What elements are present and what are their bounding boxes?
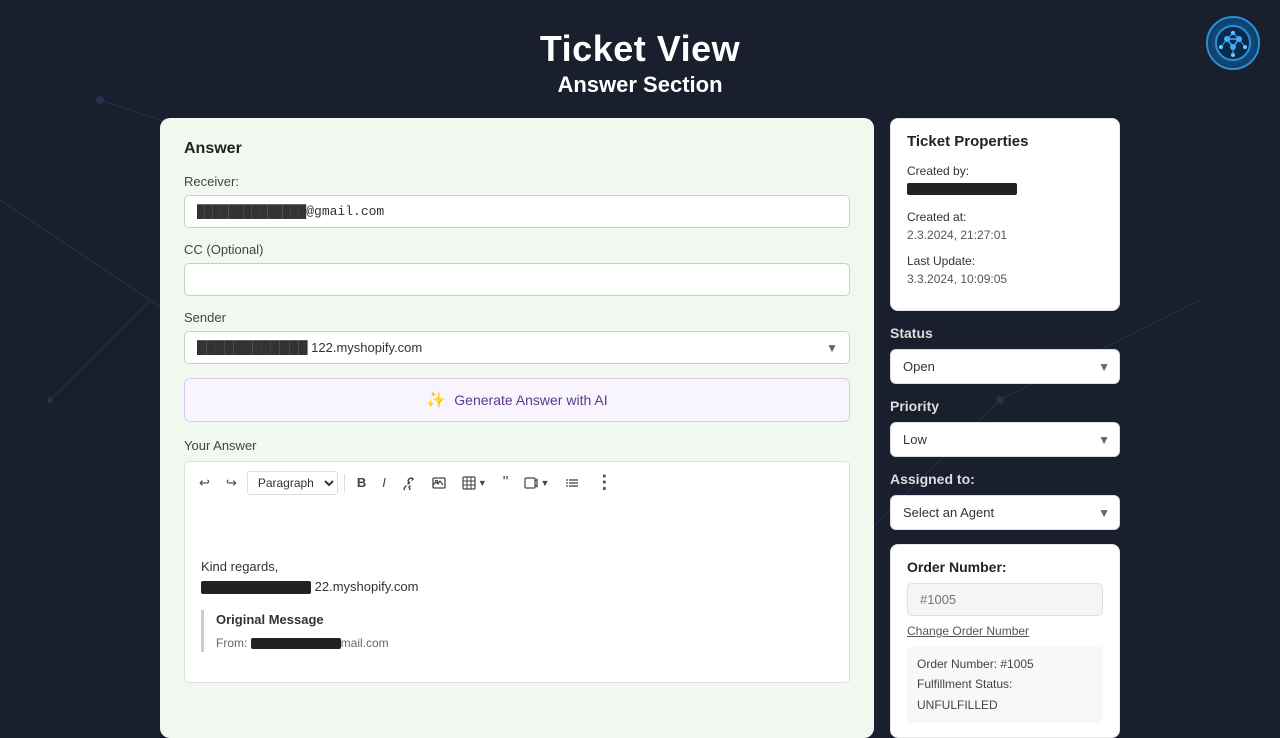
order-number-title: Order Number: xyxy=(907,559,1103,575)
last-update-value: 3.3.2024, 10:09:05 xyxy=(907,272,1007,286)
receiver-label: Receiver: xyxy=(184,174,850,189)
table-button[interactable]: ▼ xyxy=(456,472,493,494)
receiver-input[interactable] xyxy=(184,195,850,228)
ticket-properties-card: Ticket Properties Created by: Created at… xyxy=(890,118,1120,311)
change-order-link[interactable]: Change Order Number xyxy=(907,624,1103,638)
app-logo xyxy=(1206,16,1260,70)
sender-label: Sender xyxy=(184,310,850,325)
generate-ai-button[interactable]: ✨ Generate Answer with AI xyxy=(184,378,850,422)
quote-button[interactable]: " xyxy=(497,470,515,496)
created-by-row: Created by: xyxy=(907,162,1103,200)
priority-dropdown-wrapper: Low Medium High Urgent ▼ xyxy=(890,422,1120,457)
sender-wrapper: ████████████ 122.myshopify.com ▼ xyxy=(184,331,850,364)
list-button[interactable] xyxy=(559,472,585,494)
italic-button[interactable]: I xyxy=(376,471,392,494)
video-button[interactable]: ▼ xyxy=(518,472,555,494)
ai-sparkle-icon: ✨ xyxy=(426,390,446,410)
created-at-label: Created at: xyxy=(907,210,966,224)
assigned-section: Assigned to: Select an Agent ▼ xyxy=(890,471,1120,530)
page-title: Ticket View xyxy=(0,28,1280,70)
toolbar-divider-1 xyxy=(344,474,345,492)
table-dropdown-icon: ▼ xyxy=(478,478,487,488)
editor-regards-line: Kind regards, xyxy=(201,557,833,577)
paragraph-select[interactable]: Paragraph xyxy=(247,471,338,495)
original-message-block: Original Message From: mail.com xyxy=(201,610,833,652)
page-header: Ticket View Answer Section xyxy=(0,0,1280,118)
your-answer-label: Your Answer xyxy=(184,438,850,453)
editor-toolbar: ↩ ↪ Paragraph B I ▼ " ▼ xyxy=(184,461,850,503)
status-section: Status Open Closed Pending Resolved ▼ xyxy=(890,325,1120,384)
more-button[interactable]: ⋮ xyxy=(589,468,619,497)
order-info-number: Order Number: #1005 xyxy=(917,654,1093,674)
order-info-box: Order Number: #1005 Fulfillment Status: … xyxy=(907,646,1103,723)
assigned-dropdown-wrapper: Select an Agent ▼ xyxy=(890,495,1120,530)
priority-section: Priority Low Medium High Urgent ▼ xyxy=(890,398,1120,457)
created-at-value: 2.3.2024, 21:27:01 xyxy=(907,228,1007,242)
cc-input[interactable] xyxy=(184,263,850,296)
last-update-label: Last Update: xyxy=(907,254,975,268)
created-at-row: Created at: 2.3.2024, 21:27:01 xyxy=(907,208,1103,244)
answer-title: Answer xyxy=(184,140,850,158)
ticket-properties-title: Ticket Properties xyxy=(907,133,1103,150)
assigned-select[interactable]: Select an Agent xyxy=(890,495,1120,530)
order-info-fulfillment: Fulfillment Status: UNFULFILLED xyxy=(917,674,1093,715)
priority-title: Priority xyxy=(890,398,1120,414)
cc-label: CC (Optional) xyxy=(184,242,850,257)
status-title: Status xyxy=(890,325,1120,341)
assigned-title: Assigned to: xyxy=(890,471,1120,487)
editor-shopify-line: 22.myshopify.com xyxy=(201,577,833,597)
answer-panel: Answer Receiver: CC (Optional) Sender ██… xyxy=(160,118,874,738)
image-button[interactable] xyxy=(426,472,452,494)
bold-button[interactable]: B xyxy=(351,471,372,494)
last-update-row: Last Update: 3.3.2024, 10:09:05 xyxy=(907,252,1103,288)
editor-content[interactable]: Kind regards, 22.myshopify.com Original … xyxy=(184,503,850,683)
main-content: Answer Receiver: CC (Optional) Sender ██… xyxy=(0,118,1280,738)
order-number-section: Order Number: Change Order Number Order … xyxy=(890,544,1120,738)
shopify-line-suffix: 22.myshopify.com xyxy=(315,579,419,594)
priority-select[interactable]: Low Medium High Urgent xyxy=(890,422,1120,457)
page-subtitle: Answer Section xyxy=(0,72,1280,98)
link-button[interactable] xyxy=(396,472,422,494)
status-dropdown-wrapper: Open Closed Pending Resolved ▼ xyxy=(890,349,1120,384)
redo-button[interactable]: ↪ xyxy=(220,471,243,495)
properties-panel: Ticket Properties Created by: Created at… xyxy=(890,118,1120,738)
status-select[interactable]: Open Closed Pending Resolved xyxy=(890,349,1120,384)
generate-btn-label: Generate Answer with AI xyxy=(454,392,607,408)
created-by-label: Created by: xyxy=(907,164,969,178)
sender-select[interactable]: ████████████ 122.myshopify.com xyxy=(184,331,850,364)
original-message-from: From: mail.com xyxy=(216,634,833,652)
original-message-title: Original Message xyxy=(216,610,833,630)
undo-button[interactable]: ↩ xyxy=(193,471,216,495)
order-number-input[interactable] xyxy=(907,583,1103,616)
